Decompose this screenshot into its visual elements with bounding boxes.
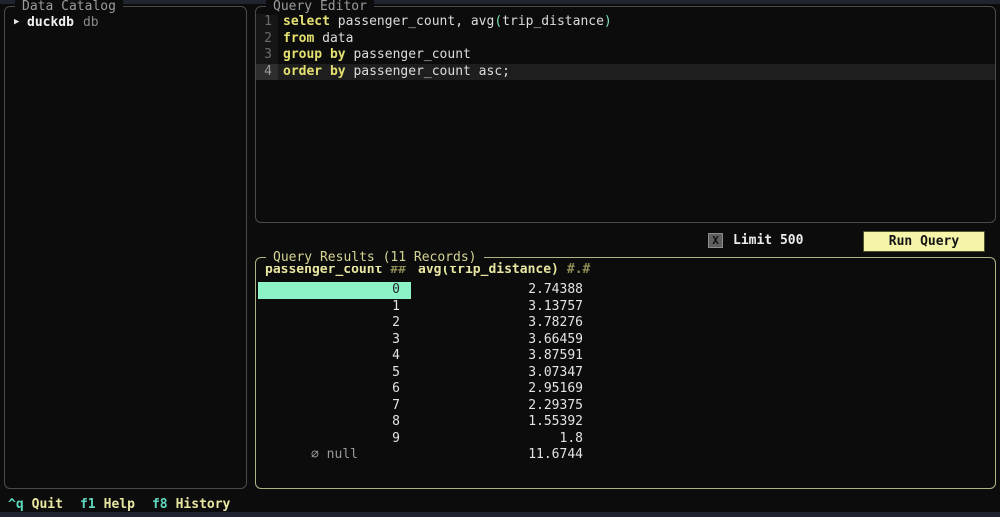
code-segment: group by xyxy=(283,47,346,62)
column-type-indicator: #.# xyxy=(567,262,590,277)
table-row[interactable]: 33.66459 xyxy=(258,332,995,349)
table-cell[interactable]: 7 xyxy=(258,398,411,415)
footer-bar: ^q Quit f1 Help f8 History xyxy=(8,497,247,513)
results-table: passenger_count##avg(trip_distance)#.# 0… xyxy=(256,258,995,464)
query-editor-title: Query Editor xyxy=(266,0,374,15)
editor-line[interactable]: 2 from data xyxy=(256,31,995,48)
table-cell[interactable]: 2.95169 xyxy=(411,381,591,398)
bottom-strip xyxy=(0,512,1000,517)
catalog-item-name: duckdb xyxy=(27,14,74,31)
footer-shortcut-history[interactable]: f8 History xyxy=(152,497,230,512)
table-cell[interactable]: ∅ null xyxy=(258,447,411,464)
table-cell[interactable]: 1.8 xyxy=(411,431,591,448)
code-segment: order by xyxy=(283,64,346,79)
shortcut-label: Help xyxy=(104,497,135,512)
table-cell[interactable]: 2 xyxy=(258,315,411,332)
top-strip xyxy=(0,0,1000,4)
line-number: 3 xyxy=(256,47,278,64)
limit-label: Limit 500 xyxy=(733,231,803,251)
editor-line[interactable]: 4 order by passenger_count asc; xyxy=(256,64,995,81)
code-segment: data xyxy=(314,31,353,46)
line-number: 2 xyxy=(256,31,278,48)
table-cell[interactable]: 2.29375 xyxy=(411,398,591,415)
table-row[interactable]: 62.95169 xyxy=(258,381,995,398)
table-cell[interactable]: 3.07347 xyxy=(411,365,591,382)
table-cell[interactable]: 1 xyxy=(258,299,411,316)
table-cell[interactable]: 3.13757 xyxy=(411,299,591,316)
editor-line[interactable]: 1 select passenger_count, avg(trip_distan… xyxy=(256,14,995,31)
table-cell[interactable]: 3 xyxy=(258,332,411,349)
catalog-item-duckdb[interactable]: ▶duckdb db xyxy=(5,14,246,31)
results-body: 02.7438813.1375723.7827633.6645943.87591… xyxy=(258,282,995,464)
code-segment: ) xyxy=(604,14,612,29)
code-segment: trip_distance xyxy=(502,14,604,29)
code-text: select passenger_count, avg(trip_distanc… xyxy=(283,14,612,31)
app-root: Data Catalog ▶duckdb db Query Editor 1 sel… xyxy=(0,0,1000,517)
code-segment: from xyxy=(283,31,314,46)
table-row[interactable]: 13.13757 xyxy=(258,299,995,316)
data-catalog-title: Data Catalog xyxy=(15,0,123,15)
table-cell[interactable]: 6 xyxy=(258,381,411,398)
run-query-button[interactable]: Run Query xyxy=(863,231,985,252)
code-text: order by passenger_count asc; xyxy=(283,64,510,81)
table-cell[interactable]: 3.87591 xyxy=(411,348,591,365)
code-text: from data xyxy=(283,31,353,48)
table-cell[interactable]: 9 xyxy=(258,431,411,448)
code-segment: passenger_count asc; xyxy=(346,64,510,79)
table-row[interactable]: 43.87591 xyxy=(258,348,995,365)
table-cell[interactable]: 5 xyxy=(258,365,411,382)
code-segment: passenger_count, avg xyxy=(330,14,494,29)
table-row[interactable]: 02.74388 xyxy=(258,282,995,299)
code-segment: select xyxy=(283,14,330,29)
line-number: 4 xyxy=(256,64,278,81)
shortcut-label: Quit xyxy=(32,497,63,512)
shortcut-key: f1 xyxy=(80,497,96,512)
code-text: group by passenger_count xyxy=(283,47,471,64)
shortcut-key: f8 xyxy=(152,497,168,512)
table-cell[interactable]: 4 xyxy=(258,348,411,365)
table-cell[interactable]: 2.74388 xyxy=(411,282,591,299)
table-row[interactable]: 81.55392 xyxy=(258,414,995,431)
controls-row: X Limit 500 Run Query xyxy=(0,229,1000,254)
footer-shortcut-help[interactable]: f1 Help xyxy=(80,497,135,512)
table-cell[interactable]: 3.78276 xyxy=(411,315,591,332)
table-cell[interactable]: 3.66459 xyxy=(411,332,591,349)
footer-shortcut-quit[interactable]: ^q Quit xyxy=(8,497,63,512)
editor-line[interactable]: 3 group by passenger_count xyxy=(256,47,995,64)
table-row[interactable]: 23.78276 xyxy=(258,315,995,332)
table-cell[interactable]: 1.55392 xyxy=(411,414,591,431)
query-editor-panel[interactable]: Query Editor 1select passenger_count, av… xyxy=(255,6,996,223)
expand-arrow-icon[interactable]: ▶ xyxy=(14,14,27,31)
table-cell[interactable]: 11.6744 xyxy=(411,447,591,464)
code-segment: ( xyxy=(494,14,502,29)
shortcut-label: History xyxy=(176,497,231,512)
limit-checkbox[interactable]: X xyxy=(708,233,723,248)
query-results-title: Query Results (11 Records) xyxy=(266,249,484,266)
line-number: 1 xyxy=(256,14,278,31)
shortcut-key: ^q xyxy=(8,497,24,512)
code-segment: passenger_count xyxy=(346,47,471,62)
editor-lines[interactable]: 1 select passenger_count, avg(trip_distan… xyxy=(256,7,995,80)
query-results-panel: Query Results (11 Records) passenger_cou… xyxy=(255,257,996,489)
table-row[interactable]: 53.07347 xyxy=(258,365,995,382)
table-row[interactable]: 91.8 xyxy=(258,431,995,448)
table-row[interactable]: 72.29375 xyxy=(258,398,995,415)
catalog-item-type: db xyxy=(83,14,99,31)
table-cell[interactable]: 8 xyxy=(258,414,411,431)
table-cell[interactable]: 0 xyxy=(258,282,411,299)
table-row[interactable]: ∅ null11.6744 xyxy=(258,447,995,464)
